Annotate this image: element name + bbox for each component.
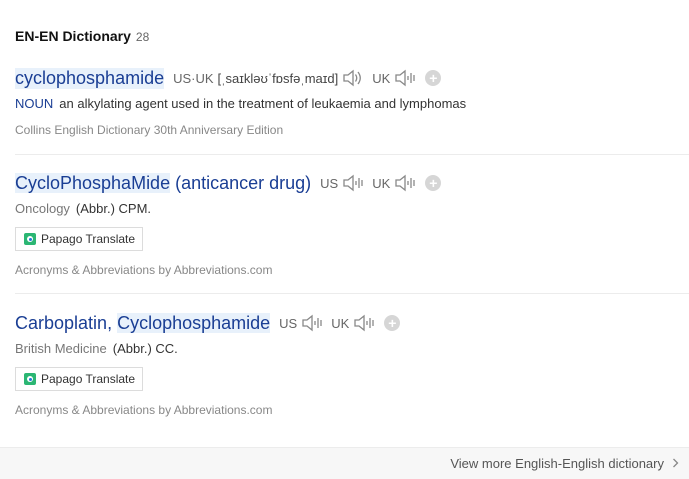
view-more-label: View more English-English dictionary [450, 456, 664, 471]
result-count: 28 [135, 30, 150, 44]
uk-label: UK [331, 315, 350, 331]
entry-word-link[interactable]: cyclophosphamide [15, 67, 165, 89]
uk-label: UK [372, 70, 391, 86]
view-more-link[interactable]: View more English-English dictionary [450, 456, 679, 471]
entry-head: Carboplatin, Cyclophosphamide US UK + [15, 311, 689, 335]
part-of-speech: NOUN [15, 96, 54, 111]
us-label: US [320, 175, 339, 191]
pron-label: US·UK [173, 70, 214, 86]
category-label: British Medicine [15, 341, 107, 356]
entry-word-highlight: CycloPhosphaMide [15, 172, 171, 193]
entry-word-suffix: (anticancer drug) [170, 172, 312, 193]
papago-translate-button[interactable]: Papago Translate [15, 367, 143, 391]
definition-row: NOUN an alkylating agent used in the tre… [15, 96, 689, 111]
speaker-icon[interactable] [352, 314, 374, 332]
entry-head: CycloPhosphaMide (anticancer drug) US UK… [15, 171, 689, 195]
papago-logo-icon [24, 233, 36, 245]
abbreviation-text: (Abbr.) CPM. [75, 201, 152, 216]
entry-cyclophosphamide-abbr: CycloPhosphaMide (anticancer drug) US UK… [15, 171, 689, 277]
entry-word-highlight: Cyclophosphamide [117, 312, 271, 333]
uk-label: UK [372, 175, 391, 191]
source-label: Collins English Dictionary 30th Annivers… [15, 123, 284, 137]
papago-label: Papago Translate [41, 232, 136, 246]
chevron-right-icon [672, 457, 679, 471]
definition-row: British Medicine (Abbr.) CC. [15, 341, 689, 356]
plus-circle-icon[interactable]: + [425, 70, 442, 86]
plus-circle-icon[interactable]: + [384, 315, 401, 331]
entry-word-separator: , [107, 312, 118, 333]
definition-row: Oncology (Abbr.) CPM. [15, 201, 689, 216]
speaker-icon[interactable] [341, 174, 363, 192]
plus-circle-icon[interactable]: + [425, 175, 442, 191]
speaker-icon[interactable] [300, 314, 322, 332]
divider [15, 293, 689, 294]
section-title: EN-EN Dictionary [15, 28, 131, 44]
us-label: US [279, 315, 298, 331]
definition-text: an alkylating agent used in the treatmen… [59, 96, 467, 111]
papago-translate-button[interactable]: Papago Translate [15, 227, 143, 251]
entry-head: cyclophosphamide US·UK [ˌsaɪkləʊˈfɒsfəˌm… [15, 66, 689, 90]
entry-word-link[interactable]: CycloPhosphaMide (anticancer drug) [15, 172, 312, 194]
speaker-icon[interactable] [341, 69, 363, 87]
divider [15, 154, 689, 155]
entry-word-part-a: Carboplatin [15, 312, 108, 333]
pronunciation: US·UK [ˌsaɪkləʊˈfɒsfəˌmaɪd] [173, 71, 338, 86]
entry-cyclophosphamide: cyclophosphamide US·UK [ˌsaɪkləʊˈfɒsfəˌm… [15, 66, 689, 137]
abbreviation-text: (Abbr.) CC. [112, 341, 178, 356]
entry-carboplatin-cyclophosphamide: Carboplatin, Cyclophosphamide US UK + Br… [15, 311, 689, 417]
dictionary-header: EN-EN Dictionary 28 [15, 28, 149, 44]
source-label: Acronyms & Abbreviations by Abbreviation… [15, 403, 273, 417]
source-label: Acronyms & Abbreviations by Abbreviation… [15, 263, 273, 277]
speaker-icon[interactable] [393, 174, 415, 192]
papago-logo-icon [24, 373, 36, 385]
speaker-icon[interactable] [393, 69, 415, 87]
ipa-text: [ˌsaɪkləʊˈfɒsfəˌmaɪd] [217, 70, 339, 86]
category-label: Oncology [15, 201, 70, 216]
papago-label: Papago Translate [41, 372, 136, 386]
footer-bar: View more English-English dictionary [0, 447, 689, 479]
entry-word-link[interactable]: Carboplatin, Cyclophosphamide [15, 312, 271, 334]
